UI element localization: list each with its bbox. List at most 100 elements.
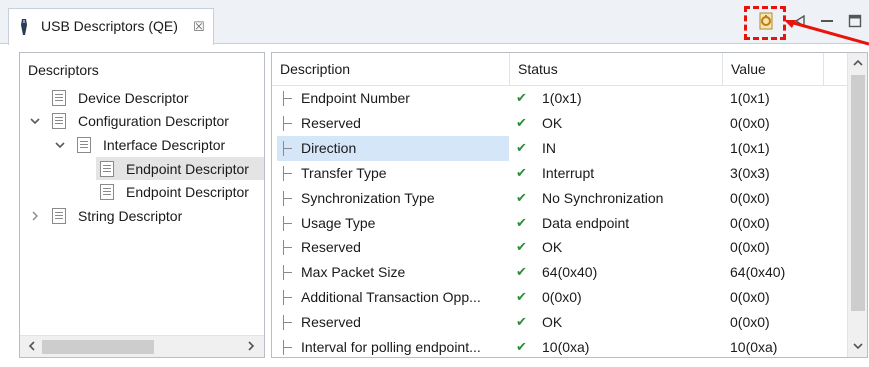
cell-description: Reserved bbox=[301, 239, 361, 256]
cell-status: No Synchronization bbox=[542, 189, 664, 206]
view-tab-bar: USB Descriptors (QE) ☒ bbox=[0, 0, 869, 46]
descriptors-tree-pane: Descriptors Device Descriptor Configurat… bbox=[19, 52, 265, 358]
table-row[interactable]: Reserved ✔ OK 0(0x0) bbox=[272, 235, 848, 260]
vertical-scrollbar[interactable] bbox=[847, 53, 867, 357]
cell-status: OK bbox=[542, 239, 563, 256]
check-icon: ✔ bbox=[516, 289, 527, 305]
tree-item-configuration-descriptor[interactable]: Configuration Descriptor bbox=[52, 109, 229, 132]
cell-description: Interval for polling endpoint... bbox=[301, 339, 481, 355]
cell-status: OK bbox=[542, 114, 563, 131]
tree-branch-line bbox=[283, 235, 293, 260]
table-row[interactable]: Endpoint Number ✔ 1(0x1) 1(0x1) bbox=[272, 86, 848, 111]
tree-item-label: Endpoint Descriptor bbox=[126, 160, 249, 177]
chevron-right-icon[interactable] bbox=[28, 209, 42, 223]
tree-branch-line bbox=[283, 186, 293, 211]
cell-value: 0(0x0) bbox=[730, 314, 770, 331]
table-row[interactable]: Additional Transaction Opp... ✔ 0(0x0) 0(0x… bbox=[272, 285, 848, 310]
tree-item-interface-descriptor[interactable]: Interface Descriptor bbox=[77, 133, 225, 156]
column-header-value[interactable]: Value bbox=[723, 53, 824, 85]
table-row[interactable]: Interval for polling endpoint... ✔ 10(0xa)… bbox=[272, 335, 848, 360]
close-icon[interactable]: ☒ bbox=[193, 19, 205, 35]
tree-item-string-descriptor[interactable]: String Descriptor bbox=[52, 204, 182, 227]
document-icon bbox=[52, 89, 66, 106]
scroll-right-icon[interactable] bbox=[246, 338, 256, 357]
column-header-label: Description bbox=[280, 61, 351, 77]
document-icon bbox=[52, 207, 66, 224]
cell-value: 1(0x1) bbox=[730, 90, 770, 106]
table-row[interactable]: Direction ✔ IN 1(0x1) bbox=[272, 135, 848, 161]
cell-value: 64(0x40) bbox=[730, 264, 786, 281]
tree-branch-line bbox=[283, 335, 293, 360]
tree-branch-line bbox=[283, 136, 293, 161]
cell-status: 10(0xa) bbox=[542, 339, 590, 355]
usb-plug-icon bbox=[21, 19, 27, 35]
tree-branch-line bbox=[283, 86, 293, 111]
check-icon: ✔ bbox=[516, 264, 527, 280]
table-row[interactable]: Synchronization Type ✔ No Synchronization 0… bbox=[272, 186, 848, 211]
cell-value: 3(0x3) bbox=[730, 164, 770, 181]
scroll-down-icon[interactable] bbox=[852, 341, 864, 354]
cell-status: 0(0x0) bbox=[542, 289, 582, 306]
horizontal-scrollbar[interactable] bbox=[20, 335, 264, 357]
check-icon: ✔ bbox=[516, 239, 527, 255]
tree-branch-line bbox=[283, 161, 293, 186]
check-icon: ✔ bbox=[516, 139, 527, 155]
chevron-down-icon[interactable] bbox=[28, 114, 42, 128]
tree-header: Descriptors bbox=[28, 62, 99, 78]
column-header-description[interactable]: Description bbox=[272, 53, 510, 85]
tree-item-label: Endpoint Descriptor bbox=[126, 183, 249, 200]
chevron-down-icon[interactable] bbox=[53, 138, 67, 152]
scroll-left-icon[interactable] bbox=[27, 338, 37, 357]
check-icon: ✔ bbox=[516, 90, 527, 105]
check-icon: ✔ bbox=[516, 339, 527, 354]
cell-description: Max Packet Size bbox=[301, 264, 406, 281]
callout-arrow bbox=[784, 20, 869, 46]
cell-description: Synchronization Type bbox=[301, 189, 435, 206]
check-icon: ✔ bbox=[516, 314, 527, 330]
tree-item-label: Device Descriptor bbox=[78, 89, 189, 106]
cell-status: Interrupt bbox=[542, 164, 595, 181]
column-header-label: Status bbox=[518, 61, 558, 77]
column-header-label: Value bbox=[731, 61, 766, 77]
cell-value: 0(0x0) bbox=[730, 214, 770, 231]
tree-branch-line bbox=[283, 111, 293, 136]
descriptor-details-table: Description Status Value Endpoint Number… bbox=[271, 52, 868, 358]
column-header-status[interactable]: Status bbox=[510, 53, 723, 85]
cell-value: 0(0x0) bbox=[730, 239, 770, 256]
cell-status: Data endpoint bbox=[542, 214, 630, 231]
cell-status: 1(0x1) bbox=[542, 90, 582, 106]
cell-description: Transfer Type bbox=[301, 164, 387, 181]
cell-value: 0(0x0) bbox=[730, 289, 770, 306]
horizontal-scroll-thumb[interactable] bbox=[42, 340, 154, 354]
scroll-up-icon[interactable] bbox=[852, 58, 864, 71]
tree-item-endpoint-descriptor-2[interactable]: Endpoint Descriptor bbox=[100, 180, 249, 203]
tab-usb-descriptors[interactable]: USB Descriptors (QE) ☒ bbox=[8, 8, 214, 45]
tree-branch-line bbox=[283, 310, 293, 335]
tree-item-device-descriptor[interactable]: Device Descriptor bbox=[52, 86, 188, 109]
cell-description: Reserved bbox=[301, 114, 361, 131]
cell-description: Direction bbox=[301, 139, 357, 156]
cell-value: 1(0x1) bbox=[730, 139, 770, 156]
cell-status: IN bbox=[542, 139, 556, 156]
tree-branch-line bbox=[283, 260, 293, 285]
document-icon bbox=[52, 112, 66, 129]
table-row[interactable]: Reserved ✔ OK 0(0x0) bbox=[272, 111, 848, 136]
tree-item-endpoint-descriptor-1[interactable]: Endpoint Descriptor bbox=[96, 157, 264, 180]
check-icon: ✔ bbox=[516, 189, 527, 205]
document-icon bbox=[77, 136, 91, 153]
table-row[interactable]: Usage Type ✔ Data endpoint 0(0x0) bbox=[272, 211, 848, 236]
document-icon bbox=[100, 160, 114, 177]
tree-item-label: String Descriptor bbox=[78, 207, 183, 224]
check-icon: ✔ bbox=[516, 164, 527, 180]
table-row[interactable]: Reserved ✔ OK 0(0x0) bbox=[272, 310, 848, 335]
check-icon: ✔ bbox=[516, 114, 527, 130]
tab-title: USB Descriptors (QE) bbox=[41, 18, 178, 34]
cell-value: 0(0x0) bbox=[730, 189, 770, 206]
table-row[interactable]: Max Packet Size ✔ 64(0x40) 64(0x40) bbox=[272, 260, 848, 285]
cell-description: Additional Transaction Opp... bbox=[301, 289, 481, 306]
cell-description: Usage Type bbox=[301, 214, 376, 231]
tree-item-label: Configuration Descriptor bbox=[78, 112, 229, 129]
table-row[interactable]: Transfer Type ✔ Interrupt 3(0x3) bbox=[272, 161, 848, 186]
cell-description: Endpoint Number bbox=[301, 90, 410, 106]
vertical-scroll-thumb[interactable] bbox=[851, 75, 865, 311]
